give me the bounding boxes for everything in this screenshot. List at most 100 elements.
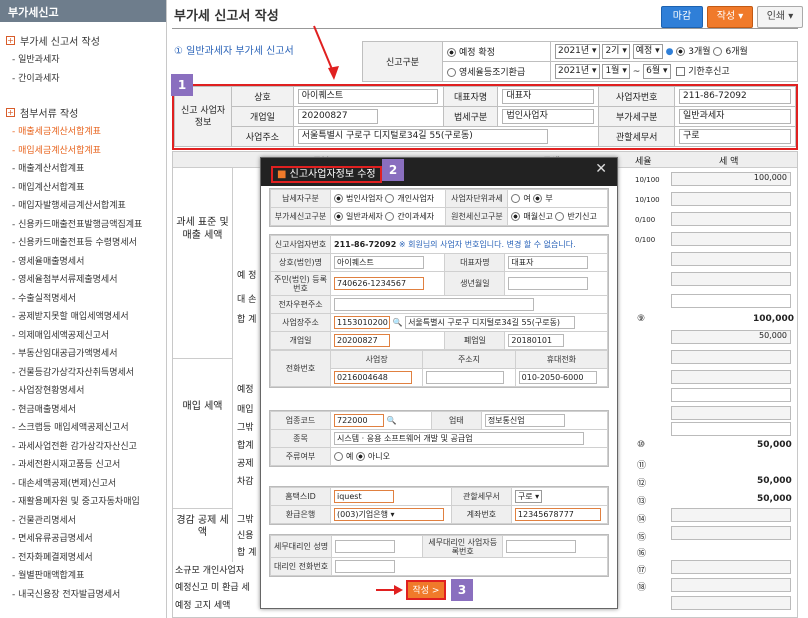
email-input[interactable] bbox=[334, 298, 534, 311]
agent-name-input[interactable] bbox=[335, 540, 396, 553]
tax-value-input[interactable] bbox=[671, 212, 791, 226]
sidebar-item[interactable]: - 월별판매액합계표 bbox=[0, 567, 166, 586]
go-icon[interactable]: ● bbox=[666, 47, 674, 57]
sidebar-section-report[interactable]: + 부가세 신고서 작성 bbox=[0, 30, 166, 51]
year-select[interactable]: 2021년 ▾ bbox=[555, 44, 600, 59]
radio-icon[interactable] bbox=[713, 47, 723, 56]
tax-value-input[interactable] bbox=[671, 508, 791, 522]
print-button[interactable]: 인쇄 ▾ bbox=[757, 6, 803, 28]
bank-select[interactable]: (003)기업은행 ▾ bbox=[334, 508, 444, 521]
sidebar-item[interactable]: - 부동산임대공급가액명세서 bbox=[0, 345, 166, 364]
radio-icon[interactable] bbox=[676, 47, 686, 56]
sidebar-item[interactable]: - 과세전환시재고품등 신고서 bbox=[0, 456, 166, 475]
tax-value-input[interactable] bbox=[671, 350, 791, 364]
sidebar-item[interactable]: - 사업장현황명세서 bbox=[0, 382, 166, 401]
close-icon[interactable]: ✕ bbox=[595, 161, 607, 177]
tax-value-input[interactable] bbox=[671, 578, 791, 592]
checkbox-icon[interactable] bbox=[676, 67, 686, 76]
sidebar-item[interactable]: - 영세율첨부서류제출명세서 bbox=[0, 271, 166, 290]
deadline-button[interactable]: 마감 bbox=[661, 6, 703, 28]
open-input[interactable]: 20200827 bbox=[334, 334, 390, 347]
sidebar-item[interactable]: - 현금매출명세서 bbox=[0, 401, 166, 420]
sidebar-item[interactable]: - 내국신용장 전자발급명세서 bbox=[0, 586, 166, 605]
radio-icon[interactable] bbox=[555, 212, 565, 221]
phone-mobile-input[interactable]: 010-2050-6000 bbox=[518, 371, 597, 384]
radio-icon[interactable] bbox=[385, 194, 395, 203]
sidebar-item[interactable]: - 신용카드매출전표등 수령명세서 bbox=[0, 234, 166, 253]
sidebar-item[interactable]: - 건물등감가상각자산취득명세서 bbox=[0, 364, 166, 383]
account-input[interactable]: 12345678777 bbox=[514, 508, 601, 521]
kind-select[interactable]: 예정 ▾ bbox=[632, 44, 663, 59]
sidebar-item[interactable]: - 전자화폐결제명세서 bbox=[0, 549, 166, 568]
sidebar-item[interactable]: - 공제받지못할 매입세액명세서 bbox=[0, 308, 166, 327]
rep-input[interactable]: 대표자 bbox=[508, 256, 589, 269]
tax-value-input[interactable] bbox=[671, 422, 791, 436]
radio-icon[interactable] bbox=[447, 48, 456, 57]
office-select[interactable]: 구로 ▾ bbox=[514, 490, 543, 503]
name-input[interactable]: 아이퀘스트 bbox=[334, 256, 424, 269]
tax-value-input[interactable] bbox=[671, 560, 791, 574]
radio-icon[interactable] bbox=[334, 452, 343, 461]
code-input[interactable]: 722000 bbox=[334, 414, 384, 427]
sidebar-item[interactable]: - 대손세액공제(변제)신고서 bbox=[0, 475, 166, 494]
regno-input[interactable]: 740626-1234567 bbox=[334, 277, 424, 290]
report-type-regular[interactable]: 예정 확정 bbox=[442, 41, 551, 62]
tax-value-input[interactable] bbox=[671, 192, 791, 206]
tax-value-input[interactable] bbox=[671, 526, 791, 540]
tax-value-input[interactable] bbox=[671, 596, 791, 610]
zip-input[interactable]: 1153010200 bbox=[334, 316, 390, 329]
report-type-early[interactable]: 영세율등조기환급 bbox=[442, 61, 551, 82]
sidebar-item[interactable]: - 과세사업전환 감가상각자산신고 bbox=[0, 438, 166, 457]
birth-input[interactable] bbox=[508, 277, 589, 290]
sidebar-item[interactable]: - 매출세금계산서합계표 bbox=[0, 123, 166, 142]
search-icon[interactable]: 🔍 bbox=[387, 416, 397, 425]
address-input[interactable]: 서울특별시 구로구 디지털로34길 55(구로동) bbox=[405, 316, 576, 329]
tax-value-input[interactable]: 100,000 bbox=[671, 172, 791, 186]
radio-icon[interactable] bbox=[511, 194, 521, 203]
radio-icon[interactable] bbox=[385, 212, 395, 221]
radio-icon[interactable] bbox=[355, 452, 365, 461]
sidebar-item[interactable]: - 신용카드매출전표발행금액집계표 bbox=[0, 216, 166, 235]
to-month-select[interactable]: 6월 ▾ bbox=[643, 64, 671, 79]
agent-no-input[interactable] bbox=[506, 540, 577, 553]
sidebar-item[interactable]: - 일반과세자 bbox=[0, 51, 166, 70]
tax-value-input[interactable] bbox=[671, 370, 791, 384]
year2-select[interactable]: 2021년 ▾ bbox=[555, 64, 600, 79]
search-icon[interactable]: 🔍 bbox=[393, 318, 403, 327]
radio-icon[interactable] bbox=[533, 194, 543, 203]
phone-biz-input[interactable]: 0216004648 bbox=[334, 371, 412, 384]
hometax-input[interactable]: iquest bbox=[334, 490, 394, 503]
sidebar-item[interactable]: - 건물관리명세서 bbox=[0, 512, 166, 531]
phone-home-input[interactable] bbox=[426, 371, 505, 384]
radio-icon[interactable] bbox=[334, 194, 343, 203]
tax-value-input[interactable] bbox=[671, 272, 791, 286]
radio-icon[interactable] bbox=[334, 212, 343, 221]
sidebar-item[interactable]: - 영세율매출명세서 bbox=[0, 253, 166, 272]
sidebar-item[interactable]: - 수출실적명세서 bbox=[0, 290, 166, 309]
sidebar-item[interactable]: - 매입세금계산서합계표 bbox=[0, 142, 166, 161]
term-select[interactable]: 2기 ▾ bbox=[602, 44, 630, 59]
sidebar-item[interactable]: - 매출계산서합계표 bbox=[0, 160, 166, 179]
tax-value-input[interactable] bbox=[671, 388, 791, 402]
sidebar-item[interactable]: - 간이과세자 bbox=[0, 70, 166, 89]
radio-icon[interactable] bbox=[447, 68, 456, 77]
sidebar-item[interactable]: - 의제매입세액공제신고서 bbox=[0, 327, 166, 346]
tax-value-input[interactable] bbox=[671, 406, 791, 420]
write-button[interactable]: 작성 ▾ bbox=[707, 6, 753, 28]
sidebar-section-attach[interactable]: + 첨부서류 작성 bbox=[0, 102, 166, 123]
sidebar-item[interactable]: - 면세유류공급명세서 bbox=[0, 530, 166, 549]
tax-value-input[interactable] bbox=[671, 294, 791, 308]
save-button[interactable]: 작성 > bbox=[406, 580, 446, 600]
from-month-select[interactable]: 1월 ▾ bbox=[602, 64, 630, 79]
item-input[interactable]: 시스템 · 응용 소프트웨어 개발 및 공급업 bbox=[334, 432, 584, 445]
category-input[interactable]: 정보통신업 bbox=[484, 414, 565, 427]
agent-tel-input[interactable] bbox=[335, 560, 396, 573]
close-date-input[interactable]: 20180101 bbox=[508, 334, 565, 347]
sidebar-item[interactable]: - 매입자발행세금계산서합계표 bbox=[0, 197, 166, 216]
sidebar-item[interactable]: - 재활용폐자원 및 중고자동차매입 bbox=[0, 493, 166, 512]
tax-value-input[interactable] bbox=[671, 232, 791, 246]
sidebar-item[interactable]: - 스크랩등 매입세액공제신고서 bbox=[0, 419, 166, 438]
tax-value-input[interactable] bbox=[671, 252, 791, 266]
sidebar-item[interactable]: - 매입계산서합계표 bbox=[0, 179, 166, 198]
tax-value-input[interactable]: 50,000 bbox=[671, 330, 791, 344]
